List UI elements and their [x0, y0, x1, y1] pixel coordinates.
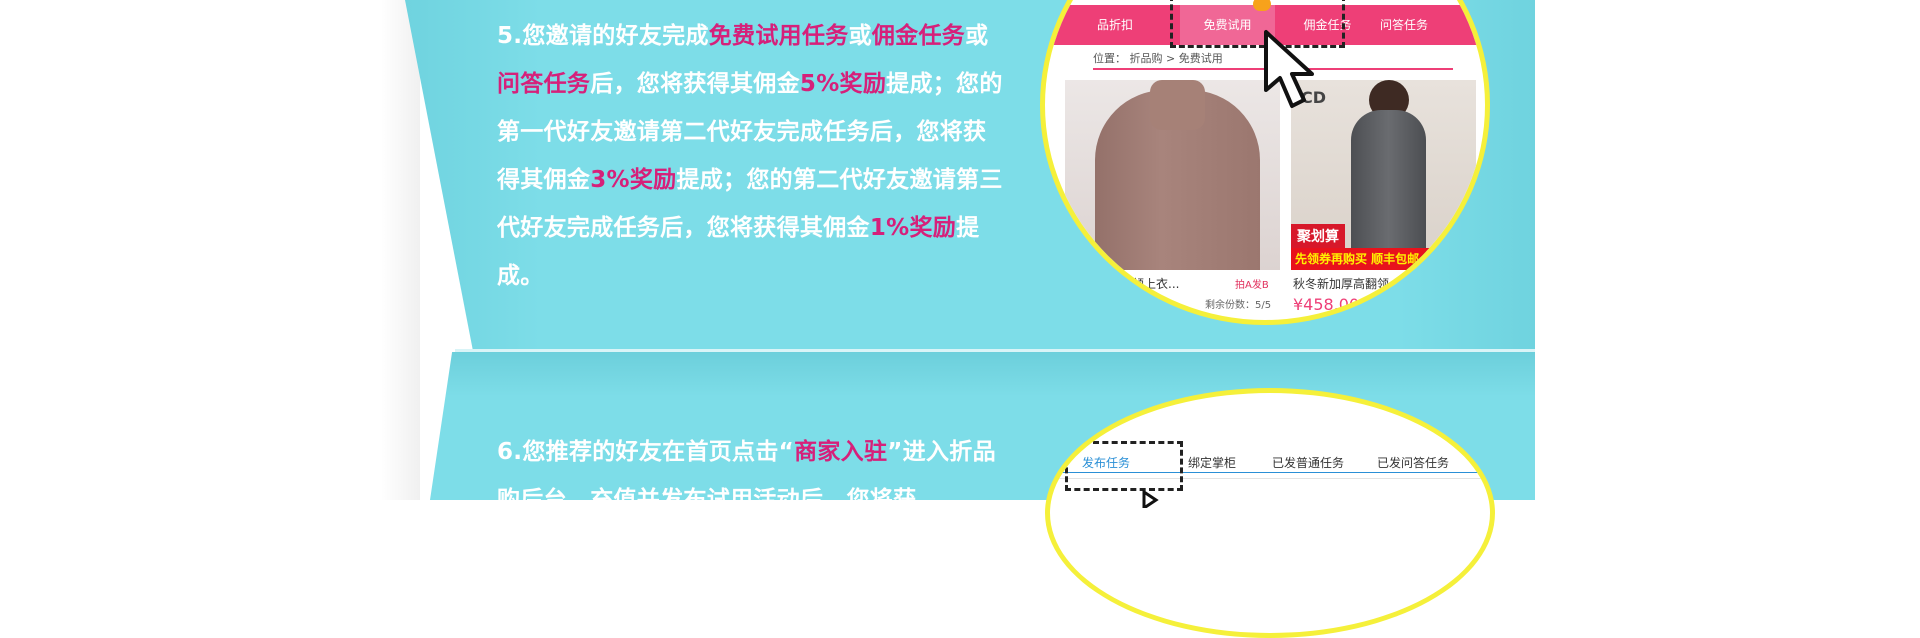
product-card-image-1[interactable]	[1065, 80, 1280, 270]
merchant-backend-screenshot: 发布任务 绑定掌柜 已发普通任务 已发问答任务	[1045, 388, 1495, 638]
body-text: 5.您邀请的好友完成	[497, 23, 709, 49]
product-title-2[interactable]: 秋冬新加厚高翻领	[1293, 275, 1389, 292]
highlighted-text: 佣金任务	[871, 23, 966, 49]
tab-sent-qa[interactable]: 已发问答任务	[1377, 454, 1449, 471]
body-text: 或	[965, 23, 989, 49]
product-title-1[interactable]: 高领上衣...	[1120, 275, 1179, 292]
highlighted-text: 1%奖励	[869, 215, 957, 241]
sweater-collar	[1150, 80, 1205, 130]
body-text: 6.您推荐的好友在首页点击“	[497, 439, 795, 465]
highlighted-text: 3%奖励	[590, 167, 677, 193]
step5-text: 5.您邀请的好友完成免费试用任务或佣金任务或问答任务后，您将获得其佣金5%奖励提…	[497, 12, 1007, 300]
panel-shadow	[380, 0, 420, 500]
highlighted-text: 免费试用任务	[708, 23, 849, 49]
body-text: 或	[848, 23, 872, 49]
nav-item-discount[interactable]: 品折扣	[1097, 5, 1133, 45]
tab-sent-normal[interactable]: 已发普通任务	[1272, 454, 1344, 471]
highlighted-text: 问答任务	[497, 71, 591, 97]
tab-bind-shop[interactable]: 绑定掌柜	[1188, 454, 1236, 471]
juhuasuan-badge: 聚划算	[1291, 224, 1345, 248]
mouse-cursor-icon-2	[1142, 489, 1159, 508]
mouse-cursor-icon	[1264, 30, 1314, 108]
breadcrumb: 位置： 折品购 > 免费试用	[1093, 52, 1223, 65]
highlighted-text: 5%奖励	[799, 71, 887, 97]
product-price-2: ¥458.00	[1293, 295, 1360, 314]
panel-fold	[455, 349, 1535, 352]
product-count-1: 剩余份数：5/5	[1205, 300, 1272, 311]
body-text: 后，您将获得其佣金	[590, 71, 800, 97]
step6-text: 6.您推荐的好友在首页点击“商家入驻”进入折品购后台，充值并发布试用活动后，您将…	[497, 428, 1007, 524]
nav-item-qa[interactable]: 问答任务	[1380, 5, 1428, 45]
highlight-dashed-box-2	[1065, 441, 1183, 491]
promo-banner: 先领券再购买 顺丰包邮	[1291, 248, 1476, 270]
highlighted-text: 商家入驻	[794, 439, 888, 465]
dress-image	[1351, 110, 1426, 270]
product-tag-1: 拍A发B	[1235, 280, 1269, 291]
